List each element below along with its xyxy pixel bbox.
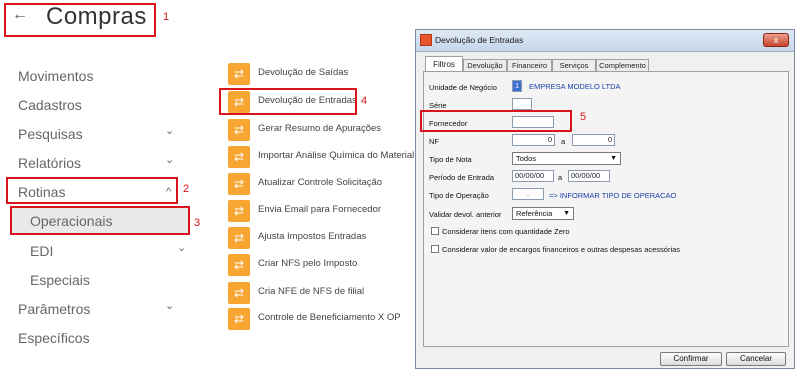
- chevron-down-icon[interactable]: ⌄: [165, 153, 174, 166]
- tipo-operacao-hint: => INFORMAR TIPO DE OPERACAO: [549, 191, 677, 200]
- nav-item-movimentos[interactable]: Movimentos: [18, 68, 93, 84]
- tipo-nota-value: Todos: [516, 154, 537, 163]
- serie-label: Série: [429, 101, 447, 110]
- periodo-to-input[interactable]: 00/00/00: [568, 170, 610, 182]
- menu-item-label: Atualizar Controle Solicitação: [258, 177, 383, 188]
- dropdown-arrow-icon: ▼: [563, 210, 570, 217]
- tipo-nota-label: Tipo de Nota: [429, 155, 472, 164]
- unidade-negocio-name: EMPRESA MODELO LTDA: [529, 82, 621, 91]
- annotation-number-3: 3: [194, 217, 201, 229]
- annotation-number-5: 5: [580, 111, 587, 123]
- transfer-icon: ⇄: [228, 173, 250, 195]
- considerar-encargos-checkbox[interactable]: [431, 245, 439, 253]
- transfer-icon: ⇄: [228, 254, 250, 276]
- tipo-operacao-input[interactable]: .: [512, 188, 544, 200]
- annotation-box-4: [219, 88, 357, 115]
- menu-item-label: Cria NFE de NFS de filial: [258, 286, 365, 297]
- nf-to-input[interactable]: 0: [572, 134, 615, 146]
- periodo-entrada-label: Período de Entrada: [429, 173, 495, 182]
- transfer-icon: ⇄: [228, 282, 250, 304]
- annotation-number-2: 2: [183, 183, 190, 195]
- annotation-number-4: 4: [361, 95, 368, 107]
- considerar-encargos-label: Considerar valor de encargos financeiros…: [442, 245, 681, 254]
- serie-input[interactable]: [512, 98, 532, 110]
- chevron-down-icon[interactable]: ⌄: [165, 124, 174, 137]
- app-icon: [420, 34, 432, 46]
- nf-label: NF: [429, 137, 439, 146]
- close-button[interactable]: x: [763, 33, 789, 47]
- transfer-icon: ⇄: [228, 227, 250, 249]
- periodo-a-label: a: [558, 173, 563, 182]
- nf-from-input[interactable]: 0: [512, 134, 555, 146]
- dialog-titlebar[interactable]: Devolução de Entradas x: [416, 30, 794, 52]
- menu-item-label: Criar NFS pelo Imposto: [258, 258, 358, 269]
- considerar-qtd-zero-label: Considerar itens com quantidade Zero: [442, 227, 570, 236]
- dialog-title: Devolução de Entradas: [435, 35, 524, 45]
- periodo-from-input[interactable]: 00/00/00: [512, 170, 554, 182]
- nav-sub-especiais[interactable]: Especiais: [30, 272, 90, 288]
- devolucao-entradas-dialog: Devolução de Entradas x Filtros Devoluçã…: [415, 29, 795, 369]
- transfer-icon: ⇄: [228, 146, 250, 168]
- annotation-box-3: [10, 206, 190, 235]
- transfer-icon: ⇄: [228, 308, 250, 330]
- annotation-box-5: [420, 110, 572, 132]
- chevron-down-icon[interactable]: ⌄: [177, 241, 186, 254]
- unidade-negocio-input[interactable]: 1: [512, 80, 522, 92]
- validar-devol-value: Referência: [516, 209, 553, 218]
- dropdown-arrow-icon: ▼: [610, 155, 617, 162]
- menu-item-label: Envia Email para Fornecedor: [258, 204, 382, 215]
- chevron-down-icon[interactable]: ⌄: [165, 299, 174, 312]
- annotation-box-2: [6, 177, 178, 204]
- menu-item-label: Importar Análise Química do Material: [258, 150, 415, 161]
- tipo-operacao-label: Tipo de Operação: [429, 191, 489, 200]
- nf-a-label: a: [561, 137, 566, 146]
- annotation-box-1: [4, 3, 156, 37]
- transfer-icon: ⇄: [228, 119, 250, 141]
- transfer-icon: ⇄: [228, 63, 250, 85]
- nav-item-pesquisas[interactable]: Pesquisas: [18, 126, 83, 142]
- tipo-nota-select[interactable]: Todos ▼: [512, 152, 621, 165]
- transfer-icon: ⇄: [228, 200, 250, 222]
- nav-item-parametros[interactable]: Parâmetros: [18, 301, 90, 317]
- nav-item-cadastros[interactable]: Cadastros: [18, 97, 82, 113]
- considerar-qtd-zero-checkbox[interactable]: [431, 227, 439, 235]
- nav-item-relatorios[interactable]: Relatórios: [18, 155, 81, 171]
- unidade-negocio-label: Unidade de Negócio: [429, 83, 497, 92]
- nav-sub-edi[interactable]: EDI: [30, 243, 53, 259]
- tab-filtros[interactable]: Filtros: [425, 56, 463, 72]
- nav-item-especificos[interactable]: Específicos: [18, 330, 90, 346]
- validar-devol-label: Validar devol. anterior: [429, 210, 502, 219]
- confirm-button[interactable]: Confirmar: [660, 352, 722, 366]
- menu-item-label: Gerar Resumo de Apurações: [258, 123, 382, 134]
- menu-item-label: Ajusta Impostos Entradas: [258, 231, 367, 242]
- validar-devol-select[interactable]: Referência ▼: [512, 207, 574, 220]
- cancel-button[interactable]: Cancelar: [726, 352, 786, 366]
- annotation-number-1: 1: [163, 11, 170, 23]
- menu-item-label: Controle de Beneficiamento X OP: [258, 312, 401, 323]
- menu-item-label: Devolução de Saídas: [258, 67, 349, 78]
